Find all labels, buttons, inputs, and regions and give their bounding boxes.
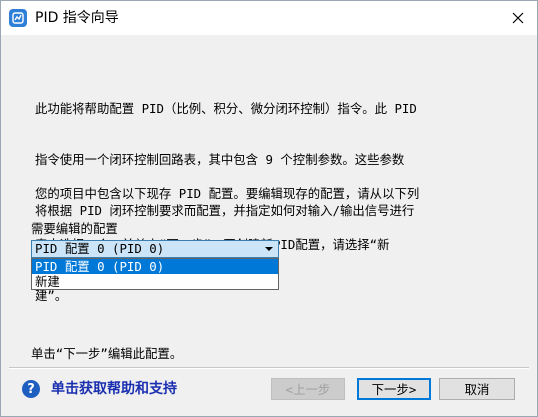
next-button[interactable]: 下一步> (357, 378, 431, 400)
pid-wizard-dialog: PID 指令向导 此功能将帮助配置 PID（比例、积分、微分闭环控制）指令。此 … (0, 0, 538, 417)
title-bar: PID 指令向导 (1, 1, 537, 35)
config-select-value: PID 配置 0 (PID 0) (35, 241, 165, 256)
chevron-down-icon (265, 247, 273, 251)
close-button[interactable] (507, 7, 529, 29)
pid-wizard-icon (9, 9, 27, 27)
question-icon[interactable]: ? (22, 380, 40, 398)
config-dropdown-list: PID 配置 0 (PID 0) 新建 (31, 258, 279, 290)
close-icon (512, 12, 524, 24)
divider (9, 367, 529, 369)
info-line: 您的项目中包含以下现存 PID 配置。要编辑现存的配置，请从以下列 (35, 186, 420, 201)
hint-text: 单击“下一步”编辑此配置。 (31, 346, 183, 361)
cancel-button[interactable]: 取消 (439, 378, 515, 400)
dropdown-option-new[interactable]: 新建 (32, 274, 278, 289)
window-title: PID 指令向导 (35, 10, 119, 26)
config-label: 需要编辑的配置 (31, 221, 118, 236)
previous-button[interactable]: <上一步 (271, 378, 345, 400)
dropdown-option-pid0[interactable]: PID 配置 0 (PID 0) (32, 259, 278, 274)
dialog-content: 此功能将帮助配置 PID（比例、积分、微分闭环控制）指令。此 PID 指令使用一… (1, 35, 537, 416)
intro-line: 此功能将帮助配置 PID（比例、积分、微分闭环控制）指令。此 PID (35, 101, 417, 116)
config-select[interactable]: PID 配置 0 (PID 0) (31, 240, 279, 258)
help-link[interactable]: 单击获取帮助和支持 (51, 380, 177, 398)
